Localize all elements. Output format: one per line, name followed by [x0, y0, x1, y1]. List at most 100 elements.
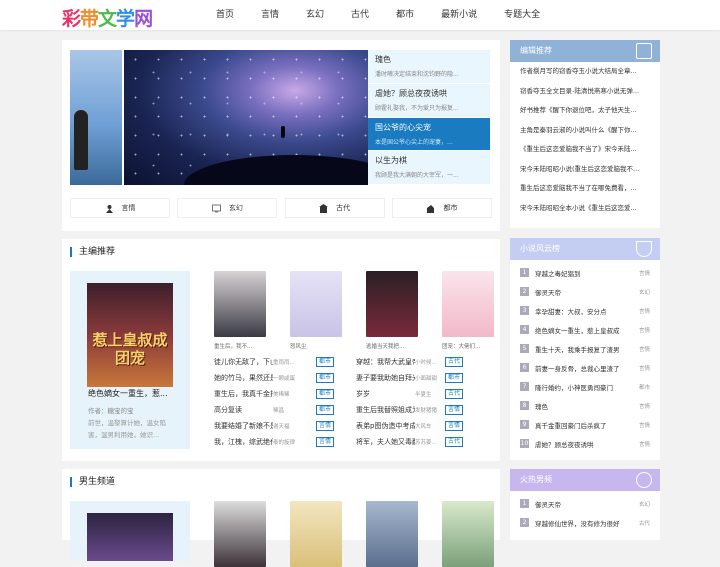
genre-tag[interactable]: 都市: [316, 373, 335, 383]
genre-tag[interactable]: 古代: [445, 437, 464, 447]
nav-latest[interactable]: 最新小说: [441, 0, 477, 30]
rank-title[interactable]: 真千金重回豪门后杀疯了: [535, 420, 635, 430]
book-card[interactable]: [366, 501, 418, 567]
genre-tag[interactable]: 都市: [316, 405, 335, 415]
genre-tag[interactable]: 言情: [316, 421, 335, 431]
rec-link[interactable]: 《重生后这恋爱脑我不当了》宋今禾陆...: [510, 140, 660, 160]
list-row: 徒儿你无敌了，下山...重雨雨... 都市 穿越：我帮大武皇帝...小时候... 古代: [214, 354, 494, 370]
book-link[interactable]: 将军，夫人她又毒翻...: [356, 437, 415, 447]
banner-slide[interactable]: 瑰色 潘时曦决定结束和沈钧野的隐...: [368, 50, 490, 84]
category-romance-button[interactable]: 言情: [70, 198, 170, 218]
book-cover[interactable]: [290, 271, 342, 337]
book-link[interactable]: 表弟p图伪造中考成绩...: [356, 421, 415, 431]
rank-item[interactable]: 1 穿越之毒妃猖到 言情: [510, 263, 660, 282]
book-link[interactable]: 妻子要我助她自拜光...: [356, 373, 415, 383]
rank-item[interactable]: 5 重生十天，我乘手报复了渣男 言情: [510, 339, 660, 358]
nav-home[interactable]: 首页: [216, 0, 234, 30]
rank-item[interactable]: 9 真千金重回豪门后杀疯了 言情: [510, 415, 660, 434]
genre-tag[interactable]: 都市: [316, 389, 335, 399]
rec-link[interactable]: 宋今禾陆昭昭全本小说《重生后这恋爱...: [510, 199, 660, 219]
rank-title[interactable]: 隆行婚约，小神医勇闯豪门: [535, 382, 635, 392]
book-cover[interactable]: [290, 501, 342, 567]
category-ancient-button[interactable]: 古代: [284, 198, 385, 218]
rank-item[interactable]: 2 穿越修仙世界，没有修为很好 古代: [510, 513, 660, 532]
rank-item[interactable]: 1 御灵天帝 玄幻: [510, 494, 660, 513]
banner-hero-image[interactable]: [124, 50, 368, 185]
rec-link[interactable]: 主角是秦羽云淑的小说叫什么《醒下你...: [510, 121, 660, 141]
rank-title[interactable]: 穿越之毒妃猖到: [535, 268, 635, 278]
site-logo[interactable]: 彩带文学网: [62, 4, 153, 31]
rec-link[interactable]: 重生后这恋爱脑我不当了在哪免费看，...: [510, 179, 660, 199]
rank-title[interactable]: 绝色嫡女一重生，惹上皇叔成: [535, 325, 635, 335]
featured-book[interactable]: 惹上皇叔成团宠 绝色嫡女一重生，惹... 作者：糖宝的宝 前世，温黎算计她，温女…: [70, 271, 190, 449]
category-fantasy-button[interactable]: 玄幻: [177, 198, 278, 218]
rank-title[interactable]: 御灵天帝: [535, 499, 635, 509]
featured-book-cover[interactable]: 惹上皇叔成团宠: [87, 283, 173, 387]
book-cover[interactable]: [214, 501, 266, 567]
featured-book-title[interactable]: 绝色嫡女一重生，惹...: [88, 388, 168, 399]
book-link[interactable]: 重生后，我真千金拒...: [214, 389, 273, 399]
rank-item[interactable]: 10 虐她？顾总夜夜诱哄 言情: [510, 434, 660, 453]
genre-tag[interactable]: 言情: [445, 405, 464, 415]
book-link[interactable]: 徒儿你无敌了，下山...: [214, 357, 273, 367]
genre-tag[interactable]: 古代: [445, 357, 464, 367]
book-link[interactable]: 穿越：我帮大武皇帝...: [356, 357, 415, 367]
book-title[interactable]: 重生后，我不...: [214, 342, 266, 350]
featured-book-cover[interactable]: [87, 513, 173, 561]
genre-tag[interactable]: 言情: [316, 437, 335, 447]
book-cover[interactable]: [214, 271, 266, 337]
book-link[interactable]: 高分复读: [214, 405, 273, 415]
nav-romance[interactable]: 言情: [261, 0, 279, 30]
book-cover[interactable]: [442, 271, 494, 337]
category-city-button[interactable]: 都市: [391, 198, 492, 218]
genre-tag[interactable]: 言情: [445, 421, 464, 431]
rank-item[interactable]: 3 幸孕甜妻：大叔，安分点 言情: [510, 301, 660, 320]
banner-side-image[interactable]: [70, 50, 122, 185]
genre-tag[interactable]: 都市: [445, 373, 464, 383]
book-title[interactable]: 怒风尘: [290, 342, 342, 350]
rank-item[interactable]: 4 绝色嫡女一重生，惹上皇叔成 言情: [510, 320, 660, 339]
book-card[interactable]: 团宠：大佬们...: [442, 271, 494, 350]
rank-title[interactable]: 前妻一身反骨，总裁心里渣了: [535, 363, 635, 373]
book-title[interactable]: 团宠：大佬们...: [442, 342, 494, 350]
rank-title[interactable]: 幸孕甜妻：大叔，安分点: [535, 306, 635, 316]
rank-item[interactable]: 8 瑰色 言情: [510, 396, 660, 415]
rec-link[interactable]: 宋今禾陆昭昭小说(重生后这恋爱脑我不...: [510, 160, 660, 180]
rec-link[interactable]: 窃香夺玉全文目录-陆清悦燕寒小说无弹...: [510, 82, 660, 102]
banner-slide-active[interactable]: 国公爷的心尖宠 本是国公爷心尖上的宠妻，...: [368, 117, 490, 152]
rec-link[interactable]: 作者捌月写的窃香夺玉小说大结局全章...: [510, 62, 660, 82]
rank-item[interactable]: 6 前妻一身反骨，总裁心里渣了 言情: [510, 358, 660, 377]
rank-item[interactable]: 2 御灵天帝 玄幻: [510, 282, 660, 301]
book-card[interactable]: 怒风尘: [290, 271, 342, 350]
nav-fantasy[interactable]: 玄幻: [306, 0, 324, 30]
banner-slide[interactable]: 以生为棋 我顾是我大满朝的大宰军，一...: [368, 151, 490, 185]
nav-city[interactable]: 都市: [396, 0, 414, 30]
book-card[interactable]: 逃婚当天我把...: [366, 271, 418, 350]
book-cover[interactable]: [442, 501, 494, 567]
banner-slide[interactable]: 虐她？顾总夜夜诱哄 顾霍礼娶我，不为爱只为报复...: [368, 83, 490, 118]
book-card[interactable]: 重生后，我不...: [214, 271, 266, 350]
featured-book[interactable]: [70, 501, 190, 561]
book-link[interactable]: 她的竹马，果然还是...: [214, 373, 273, 383]
rank-title[interactable]: 穿越修仙世界，没有修为很好: [535, 518, 635, 528]
book-link[interactable]: 我要结婚了新娘不是我: [214, 421, 273, 431]
rank-title[interactable]: 御灵天帝: [535, 287, 635, 297]
rank-title[interactable]: 虐她？顾总夜夜诱哄: [535, 439, 635, 449]
book-cover[interactable]: [366, 271, 418, 337]
nav-topics[interactable]: 专题大全: [504, 0, 540, 30]
rank-title[interactable]: 重生十天，我乘手报复了渣男: [535, 344, 635, 354]
book-card[interactable]: [214, 501, 266, 567]
book-title[interactable]: 逃婚当天我把...: [366, 342, 418, 350]
book-card[interactable]: [442, 501, 494, 567]
rank-item[interactable]: 7 隆行婚约，小神医勇闯豪门 都市: [510, 377, 660, 396]
book-link[interactable]: 岁岁: [356, 389, 415, 399]
rank-title[interactable]: 瑰色: [535, 401, 635, 411]
nav-ancient[interactable]: 古代: [351, 0, 369, 30]
book-link[interactable]: 我，江槐，综武绝代...: [214, 437, 273, 447]
genre-tag[interactable]: 古代: [445, 389, 464, 399]
book-cover[interactable]: [366, 501, 418, 567]
rec-link[interactable]: 好书推荐《醒下你退位吧，太子他天生...: [510, 101, 660, 121]
book-link[interactable]: 重生后我替照姐成为...: [356, 405, 415, 415]
book-card[interactable]: [290, 501, 342, 567]
genre-tag[interactable]: 都市: [316, 357, 335, 367]
